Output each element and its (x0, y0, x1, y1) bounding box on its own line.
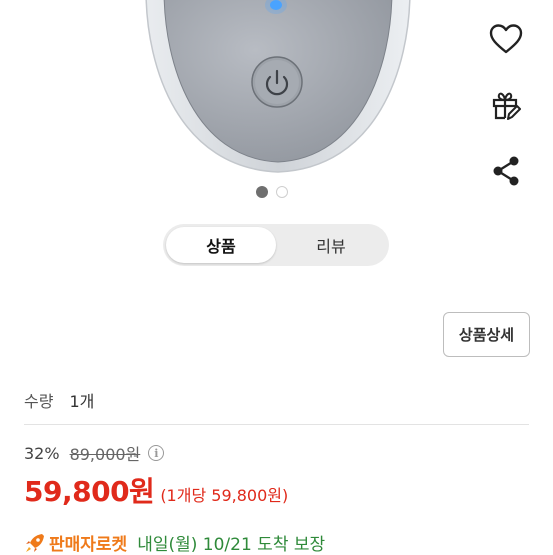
price-row: 59,800원 (1개당 59,800원) (24, 470, 288, 510)
tab-bar: 상품 리뷰 (163, 224, 389, 266)
unit-price: (1개당 59,800원) (160, 486, 289, 505)
info-icon[interactable]: i (148, 445, 165, 461)
product-photo (145, 0, 411, 173)
rocket-icon (26, 533, 44, 552)
sale-price: 59,800원 (24, 475, 155, 508)
tab-product[interactable]: 상품 (166, 227, 276, 263)
rocket-badge: 판매자로켓 (49, 535, 128, 555)
quantity-value: 1개 (69, 392, 95, 411)
quantity-label: 수량 (24, 392, 54, 411)
tab-review[interactable]: 리뷰 (276, 227, 386, 263)
gift-button[interactable] (480, 84, 532, 128)
delivery-date: 내일(월) 10/21 도착 보장 (137, 535, 326, 555)
carousel-dot[interactable] (276, 186, 288, 198)
heart-icon (489, 24, 523, 54)
carousel-indicator (256, 186, 288, 198)
divider (24, 424, 529, 425)
quantity-row: 수량 1개 (24, 388, 94, 412)
product-detail-button[interactable]: 상품상세 (443, 312, 530, 357)
discount-rate: 32% (24, 443, 60, 463)
share-icon (493, 156, 519, 186)
wishlist-button[interactable] (480, 18, 532, 62)
discount-row: 32% 89,000원 i (24, 441, 165, 465)
delivery-row: 판매자로켓 내일(월) 10/21 도착 보장 (24, 530, 325, 555)
carousel-dot-active[interactable] (256, 186, 268, 198)
gift-icon (492, 92, 521, 120)
original-price: 89,000원 (69, 445, 141, 464)
share-button[interactable] (480, 149, 532, 193)
product-image[interactable] (0, 0, 553, 180)
